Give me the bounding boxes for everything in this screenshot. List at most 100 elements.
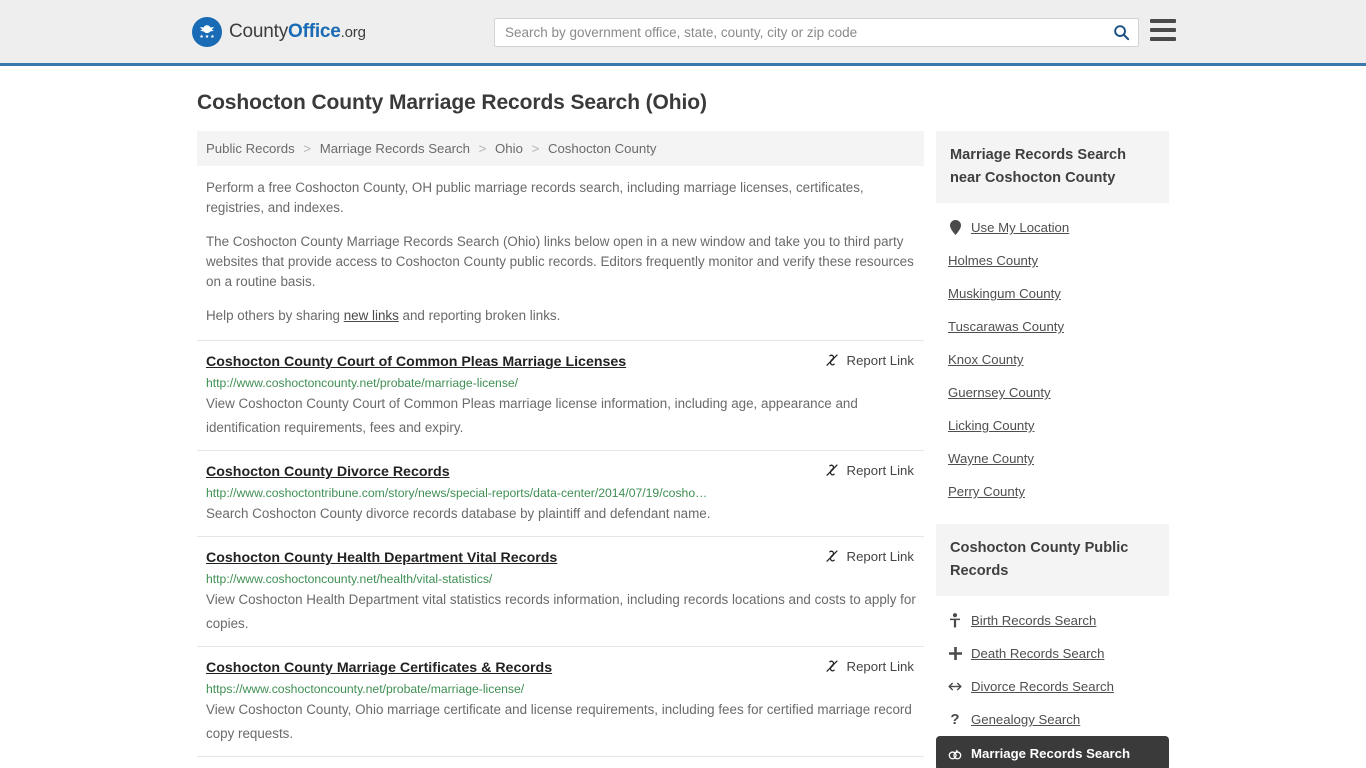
content-columns: Public Records > Marriage Records Search… (197, 131, 1174, 768)
result-divider (197, 756, 924, 757)
sidebar-item-perry-county[interactable]: Perry County (936, 475, 1169, 508)
sidebar-link-label[interactable]: Divorce Records Search (971, 679, 1114, 694)
result-title-link[interactable]: Coshocton County Divorce Records (206, 463, 450, 481)
search-icon (1113, 25, 1129, 41)
report-link-label: Report Link (846, 548, 914, 564)
report-link-label: Report Link (846, 462, 914, 478)
sidebar-item-wayne-county[interactable]: Wayne County (936, 442, 1169, 475)
report-link-button[interactable]: Report Link (824, 658, 924, 674)
site-logo-text: CountyOffice.org (229, 21, 366, 43)
result-title-link[interactable]: Coshocton County Court of Common Pleas M… (206, 353, 626, 371)
cross-icon (948, 647, 962, 660)
sidebar-nearby-heading: Marriage Records Search near Coshocton C… (936, 131, 1169, 203)
sidebar-link-label[interactable]: Licking County (948, 418, 1035, 433)
search-button[interactable] (1104, 19, 1138, 46)
broken-link-icon (825, 354, 838, 366)
result-url: http://www.coshoctontribune.com/story/ne… (206, 486, 708, 500)
breadcrumb-separator: > (478, 141, 487, 156)
sidebar-nearby-list: Use My Location Holmes County Muskingum … (936, 203, 1169, 508)
site-logo[interactable]: CountyOffice.org (192, 16, 366, 47)
sidebar-item-divorce-records-search[interactable]: Divorce Records Search (936, 670, 1169, 703)
sidebar-item-guernsey-county[interactable]: Guernsey County (936, 376, 1169, 409)
breadcrumb-separator: > (303, 141, 312, 156)
breadcrumb-item-2[interactable]: Ohio (495, 141, 523, 156)
sidebar-link-label[interactable]: Guernsey County (948, 385, 1051, 400)
sidebar-item-tuscarawas-county[interactable]: Tuscarawas County (936, 310, 1169, 343)
broken-link-icon (825, 464, 838, 476)
intro-text-before: Help others by sharing (206, 308, 344, 323)
report-link-button[interactable]: Report Link (824, 352, 924, 368)
breadcrumb: Public Records > Marriage Records Search… (197, 131, 924, 166)
sidebar-item-use-my-location[interactable]: Use My Location (936, 211, 1169, 244)
baby-icon (948, 613, 962, 628)
sidebar-link-label[interactable]: Perry County (948, 484, 1025, 499)
result-title-link[interactable]: Coshocton County Marriage Certificates &… (206, 659, 552, 677)
sidebar-link-label[interactable]: Holmes County (948, 253, 1038, 268)
result-item: Coshocton County Health Department Vital… (197, 536, 924, 646)
intro-text-after: and reporting broken links. (398, 308, 561, 323)
report-link-label: Report Link (846, 352, 914, 368)
logo-text-org: .org (340, 23, 366, 41)
result-title-link[interactable]: Coshocton County Health Department Vital… (206, 549, 557, 567)
result-header: Coshocton County Marriage Certificates &… (206, 659, 924, 677)
sidebar-item-licking-county[interactable]: Licking County (936, 409, 1169, 442)
question-mark-icon: ? (950, 711, 960, 728)
menu-bar-3 (1150, 37, 1176, 41)
logo-text-county: County (229, 20, 289, 42)
result-description: View Coshocton County, Ohio marriage cer… (206, 702, 912, 741)
result-header: Coshocton County Divorce Records Report … (206, 463, 924, 481)
sidebar-link-label[interactable]: Use My Location (971, 220, 1069, 235)
report-link-button[interactable]: Report Link (824, 462, 924, 478)
main-column: Public Records > Marriage Records Search… (197, 131, 924, 757)
sidebar-link-label[interactable]: Knox County (948, 352, 1024, 367)
result-url: https://www.coshoctoncounty.net/probate/… (206, 682, 525, 696)
result-description: View Coshocton County Court of Common Pl… (206, 396, 858, 435)
page-body: Coshocton County Marriage Records Search… (0, 91, 1366, 768)
result-url: http://www.coshoctoncounty.net/health/vi… (206, 572, 493, 586)
sidebar-link-label[interactable]: Genealogy Search (971, 712, 1080, 727)
sidebar-item-death-records-search[interactable]: Death Records Search (936, 637, 1169, 670)
broken-link-icon (825, 660, 838, 672)
hamburger-menu-icon[interactable] (1150, 19, 1176, 41)
menu-bar-1 (1150, 19, 1176, 23)
breadcrumb-separator: > (531, 141, 540, 156)
sidebar-item-birth-records-search[interactable]: Birth Records Search (936, 604, 1169, 637)
report-link-label: Report Link (846, 658, 914, 674)
intro-paragraph-1: Perform a free Coshocton County, OH publ… (206, 180, 864, 215)
result-item: Coshocton County Court of Common Pleas M… (197, 340, 924, 450)
sidebar-item-knox-county[interactable]: Knox County (936, 343, 1169, 376)
new-links-link[interactable]: new links (344, 308, 399, 323)
map-pin-icon (948, 220, 962, 235)
result-item: Coshocton County Marriage Certificates &… (197, 646, 924, 756)
sidebar-item-marriage-records-search[interactable]: Marriage Records Search (936, 736, 1169, 768)
page-title: Coshocton County Marriage Records Search… (197, 91, 707, 114)
result-url: http://www.coshoctoncounty.net/probate/m… (206, 376, 519, 390)
menu-bar-2 (1150, 28, 1176, 32)
breadcrumb-item-1[interactable]: Marriage Records Search (320, 141, 470, 156)
sidebar-link-label[interactable]: Death Records Search (971, 646, 1104, 661)
sidebar-panel-gap (936, 508, 1169, 524)
intro-paragraph-2: The Coshocton County Marriage Records Se… (206, 234, 914, 289)
result-description: View Coshocton Health Department vital s… (206, 592, 916, 631)
sidebar-public-records-list: Birth Records Search Death Records Searc… (936, 596, 1169, 768)
result-header: Coshocton County Court of Common Pleas M… (206, 353, 924, 371)
sidebar-item-genealogy-search[interactable]: ? Genealogy Search (936, 703, 1169, 736)
search-input[interactable] (495, 19, 1104, 46)
sidebar-item-muskingum-county[interactable]: Muskingum County (936, 277, 1169, 310)
site-header: CountyOffice.org (0, 0, 1366, 66)
result-item: Coshocton County Divorce Records Report … (197, 450, 924, 536)
rings-icon (948, 748, 962, 760)
sidebar-link-label[interactable]: Wayne County (948, 451, 1034, 466)
sidebar-link-label[interactable]: Tuscarawas County (948, 319, 1064, 334)
sidebar-link-label[interactable]: Birth Records Search (971, 613, 1096, 628)
report-link-button[interactable]: Report Link (824, 548, 924, 564)
breadcrumb-item-0[interactable]: Public Records (206, 141, 295, 156)
sidebar-public-records-heading: Coshocton County Public Records (936, 524, 1169, 596)
eagle-seal-icon (192, 16, 222, 47)
logo-text-office: Office (288, 20, 341, 42)
sidebar-link-label[interactable]: Marriage Records Search (971, 746, 1130, 761)
sidebar-link-label[interactable]: Muskingum County (948, 286, 1061, 301)
broken-link-icon (825, 550, 838, 562)
search-bar (494, 18, 1139, 47)
sidebar-item-holmes-county[interactable]: Holmes County (936, 244, 1169, 277)
